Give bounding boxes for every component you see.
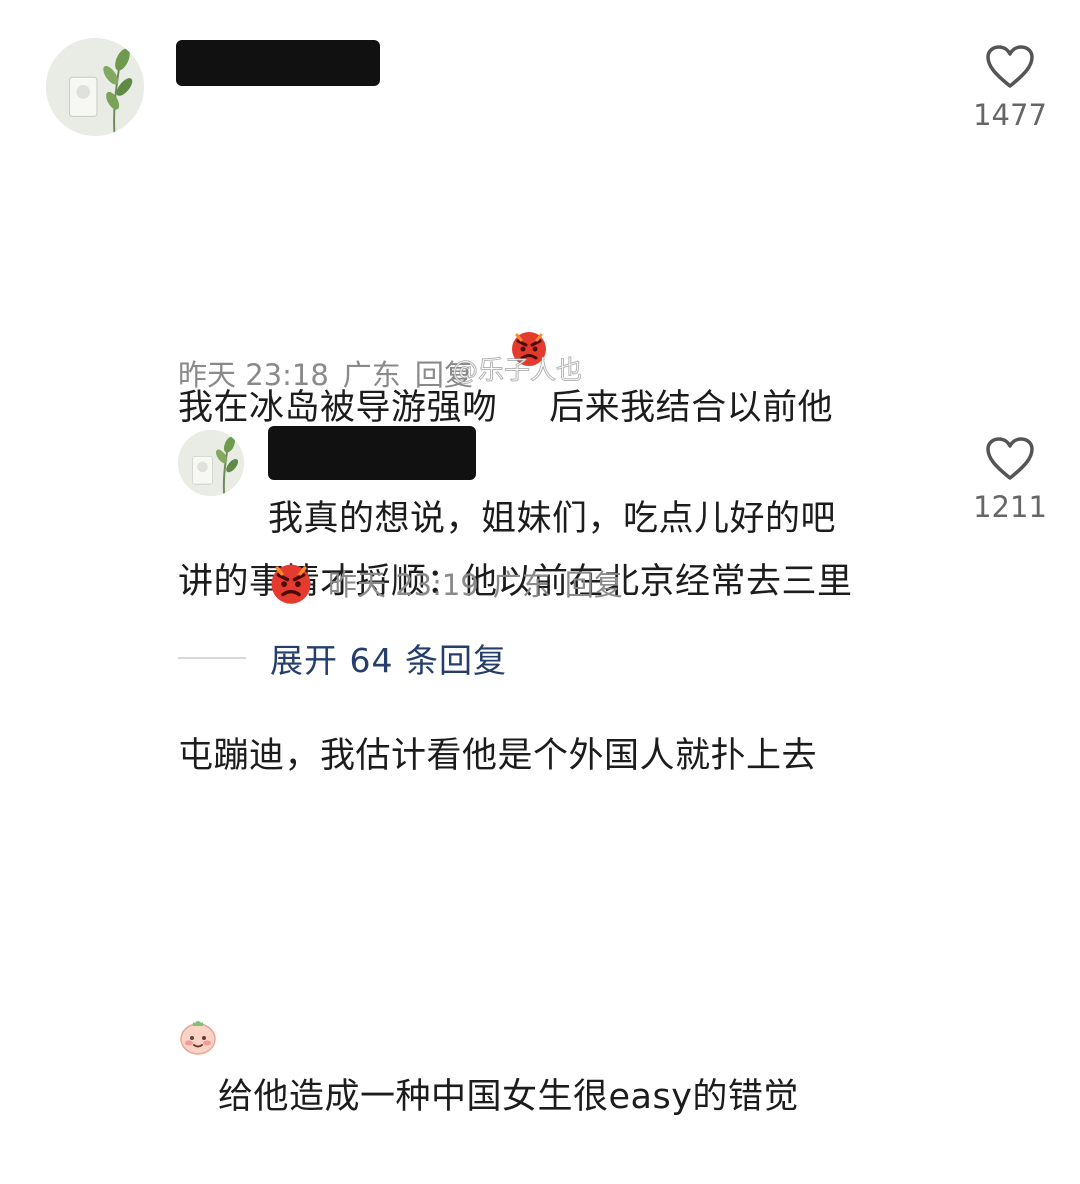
like-count: 1211 bbox=[973, 490, 1047, 524]
comment-location: 广东 bbox=[492, 568, 551, 602]
like-button[interactable]: 1477 bbox=[962, 44, 1058, 132]
avatar[interactable] bbox=[46, 38, 144, 136]
blushing-face-emoji bbox=[178, 901, 218, 1055]
avatar-plant-image bbox=[46, 38, 144, 136]
reply-comment-text: 我真的想说，姐妹们，吃点儿好的吧 bbox=[268, 499, 837, 539]
redacted-username bbox=[176, 40, 380, 86]
comment-line-1b: 后来我结合以前他 bbox=[549, 388, 834, 428]
avatar-plant-image bbox=[178, 430, 244, 496]
expand-replies-link[interactable]: 展开 64 条回复 bbox=[270, 634, 507, 682]
like-button[interactable]: 1211 bbox=[962, 436, 1058, 524]
comment-location: 广东 bbox=[342, 358, 401, 392]
comment-meta: 昨天 23:18 广东 回复 bbox=[178, 352, 473, 394]
avatar[interactable] bbox=[178, 430, 244, 496]
angry-face-emoji bbox=[509, 212, 549, 366]
watermark: @乐子人也 bbox=[451, 356, 583, 387]
like-count: 1477 bbox=[973, 98, 1047, 132]
expand-replies-row[interactable]: 展开 64 条回复 bbox=[178, 634, 507, 682]
comment-time: 昨天 23:19 bbox=[328, 568, 479, 602]
comment-line-3: 屯蹦迪，我估计看他是个外国人就扑上去 bbox=[178, 736, 818, 776]
reply-comment-meta: 昨天 23:19 广东 回复 bbox=[268, 560, 623, 606]
divider bbox=[178, 657, 246, 659]
comment-line-1a: 我在冰岛被导游强吻 bbox=[178, 388, 510, 428]
redacted-username bbox=[268, 426, 476, 480]
heart-outline-icon bbox=[986, 437, 1034, 480]
heart-outline-icon bbox=[986, 45, 1034, 88]
comment-time: 昨天 23:18 bbox=[178, 358, 329, 392]
comment-line-4: 给他造成一种中国女生很easy的错觉 bbox=[218, 1077, 799, 1117]
angry-face-emoji bbox=[268, 560, 314, 606]
reply-button[interactable]: 回复 bbox=[565, 562, 623, 604]
